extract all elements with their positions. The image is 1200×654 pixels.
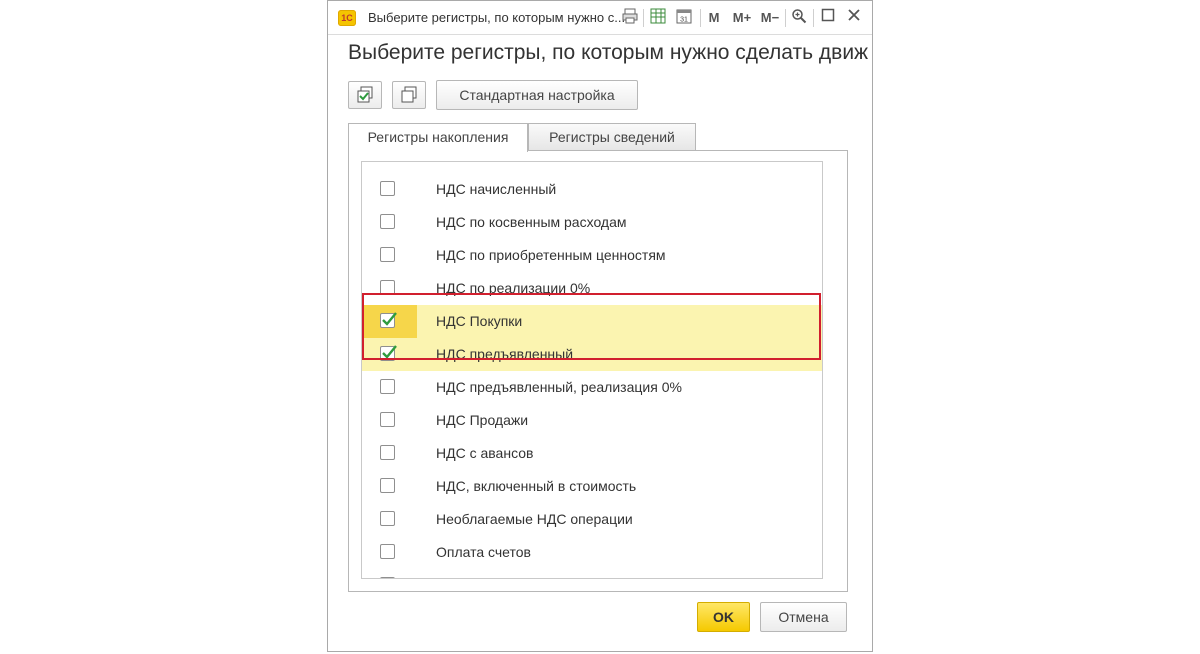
register-label: Оплата счетов [436,544,531,560]
register-label: НДС по приобретенным ценностям [436,247,666,263]
register-checkbox[interactable] [380,511,395,526]
cancel-button[interactable]: Отмена [760,602,847,632]
ok-button[interactable]: OK [697,602,750,632]
checkmark-icon [382,345,397,359]
toolbar-separator [700,9,701,27]
svg-text:31: 31 [680,17,688,24]
standard-settings-button[interactable]: Стандартная настройка [436,80,638,110]
memory-button[interactable]: M [706,8,722,28]
check-all-icon [357,86,373,103]
tab-panel: НДС начисленный НДС по косвенным расходам… [348,150,848,592]
checkmark-icon [382,312,397,326]
select-all-button[interactable] [348,81,382,109]
register-checkbox[interactable] [380,214,395,229]
list-item[interactable]: НДС начисленный [362,173,822,206]
register-label: НДС предъявленный [436,346,574,362]
title-bar: 1С Выберите регистры, по которым нужно с… [328,1,872,35]
register-label: НДС по реализации 0% [436,280,591,296]
window-title: Выберите регистры, по которым нужно с... [368,10,626,25]
list-item[interactable]: Оплата счетов [362,536,822,569]
maximize-icon[interactable] [819,8,837,28]
register-label: НДС по косвенным расходам [436,214,627,230]
register-label: Отработанное время по сотрудникам [436,577,679,578]
register-checkbox[interactable] [380,544,395,559]
register-label: Необлагаемые НДС операции [436,511,633,527]
dialog-window: 1С Выберите регистры, по которым нужно с… [327,0,873,652]
register-checkbox[interactable] [380,247,395,262]
list-item[interactable]: НДС предъявленный, реализация 0% [362,371,822,404]
uncheck-all-icon [401,86,417,103]
register-checkbox[interactable] [380,379,395,394]
list-item[interactable]: НДС Покупки [362,305,822,338]
register-checkbox[interactable] [380,181,395,196]
register-label: НДС, включенный в стоимость [436,478,637,494]
list-item[interactable]: НДС с авансов [362,437,822,470]
register-checkbox[interactable] [380,312,397,328]
close-icon[interactable] [845,8,863,28]
tab-information-registers[interactable]: Регистры сведений [528,123,696,151]
register-checkbox[interactable] [380,345,397,361]
register-label: НДС Покупки [436,313,523,329]
register-label: НДС Продажи [436,412,529,428]
calendar-icon[interactable]: 31 [674,8,694,28]
register-checkbox[interactable] [380,577,395,578]
register-label: НДС предъявленный, реализация 0% [436,379,682,395]
list-item[interactable]: НДС по приобретенным ценностям [362,239,822,272]
register-label: НДС начисленный [436,181,557,197]
app-logo-icon: 1С [338,10,356,26]
spreadsheet-icon[interactable] [648,8,668,28]
print-icon[interactable] [620,8,640,28]
list-item[interactable]: НДС Продажи [362,404,822,437]
list-item[interactable]: Необлагаемые НДС операции [362,503,822,536]
dialog-heading: Выберите регистры, по которым нужно сдел… [348,41,869,64]
toolbar-separator [785,9,786,27]
list-item[interactable]: Отработанное время по сотрудникам [362,569,822,578]
deselect-all-button[interactable] [392,81,426,109]
memory-minus-button[interactable]: M− [758,8,782,28]
list-item[interactable]: НДС по реализации 0% [362,272,822,305]
toolbar-separator [813,9,814,27]
tab-accumulation-registers[interactable]: Регистры накопления [348,123,528,152]
toolbar-separator [643,9,644,27]
register-checkbox[interactable] [380,445,395,460]
list-item[interactable]: НДС по косвенным расходам [362,206,822,239]
register-checkbox[interactable] [380,280,395,295]
register-list: НДС начисленный НДС по косвенным расходам… [361,161,823,579]
register-checkbox[interactable] [380,412,395,427]
memory-plus-button[interactable]: M+ [730,8,754,28]
list-item[interactable]: НДС предъявленный [362,338,822,371]
register-label: НДС с авансов [436,445,534,461]
zoom-icon[interactable] [789,8,809,28]
list-item[interactable]: НДС, включенный в стоимость [362,470,822,503]
register-checkbox[interactable] [380,478,395,493]
